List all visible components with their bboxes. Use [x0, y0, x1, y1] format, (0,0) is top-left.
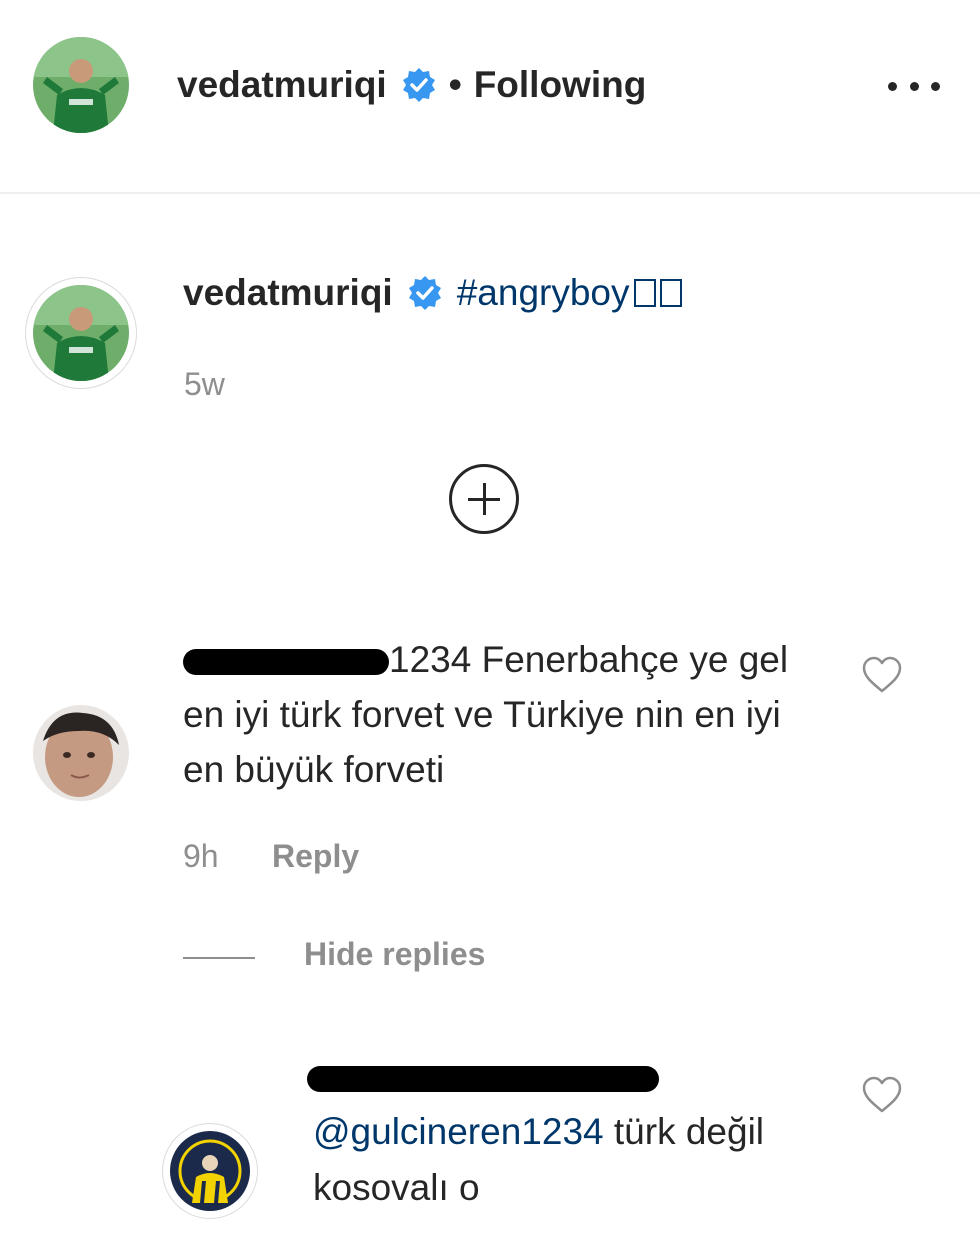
reply-button[interactable]: Reply [272, 838, 359, 875]
header-username[interactable]: vedatmuriqi [177, 64, 387, 106]
caption-hashtag[interactable]: #angryboy [457, 272, 630, 314]
commenter-avatar[interactable] [33, 705, 129, 801]
more-options-icon[interactable] [888, 72, 940, 100]
plus-circle-icon[interactable] [449, 464, 519, 534]
redacted-username [307, 1066, 659, 1092]
comment-text: 1234 Fenerbahçe ye gel en iyi türk forve… [183, 632, 803, 797]
comment-timestamp[interactable]: 9h [183, 838, 219, 875]
reply-text: @gulcineren1234 türk değil kosovalı o [313, 1104, 793, 1216]
separator-dot: • [448, 64, 462, 105]
heart-icon[interactable] [861, 656, 903, 694]
redacted-username [183, 649, 389, 676]
following-button[interactable]: Following [474, 64, 647, 106]
verified-badge-icon [401, 67, 437, 103]
verified-badge-icon [407, 275, 443, 311]
reply-avatar[interactable] [170, 1131, 250, 1211]
author-avatar[interactable] [33, 37, 129, 133]
missing-glyph-icon [659, 279, 682, 307]
hide-replies-button[interactable]: Hide replies [304, 936, 485, 973]
post-header: vedatmuriqi • Following [0, 0, 980, 194]
caption-timestamp[interactable]: 5w [184, 366, 225, 403]
missing-glyph-icon [633, 279, 656, 307]
header-user-line: vedatmuriqi • Following [177, 64, 646, 106]
replies-divider [183, 957, 255, 959]
reply-mention-link[interactable]: @gulcineren1234 [313, 1111, 604, 1152]
caption-line: vedatmuriqi #angryboy [183, 272, 682, 314]
heart-icon[interactable] [861, 1076, 903, 1114]
caption-username[interactable]: vedatmuriqi [183, 272, 393, 314]
comment-username-visible[interactable]: 1234 [389, 639, 471, 680]
caption-avatar[interactable] [33, 285, 129, 381]
